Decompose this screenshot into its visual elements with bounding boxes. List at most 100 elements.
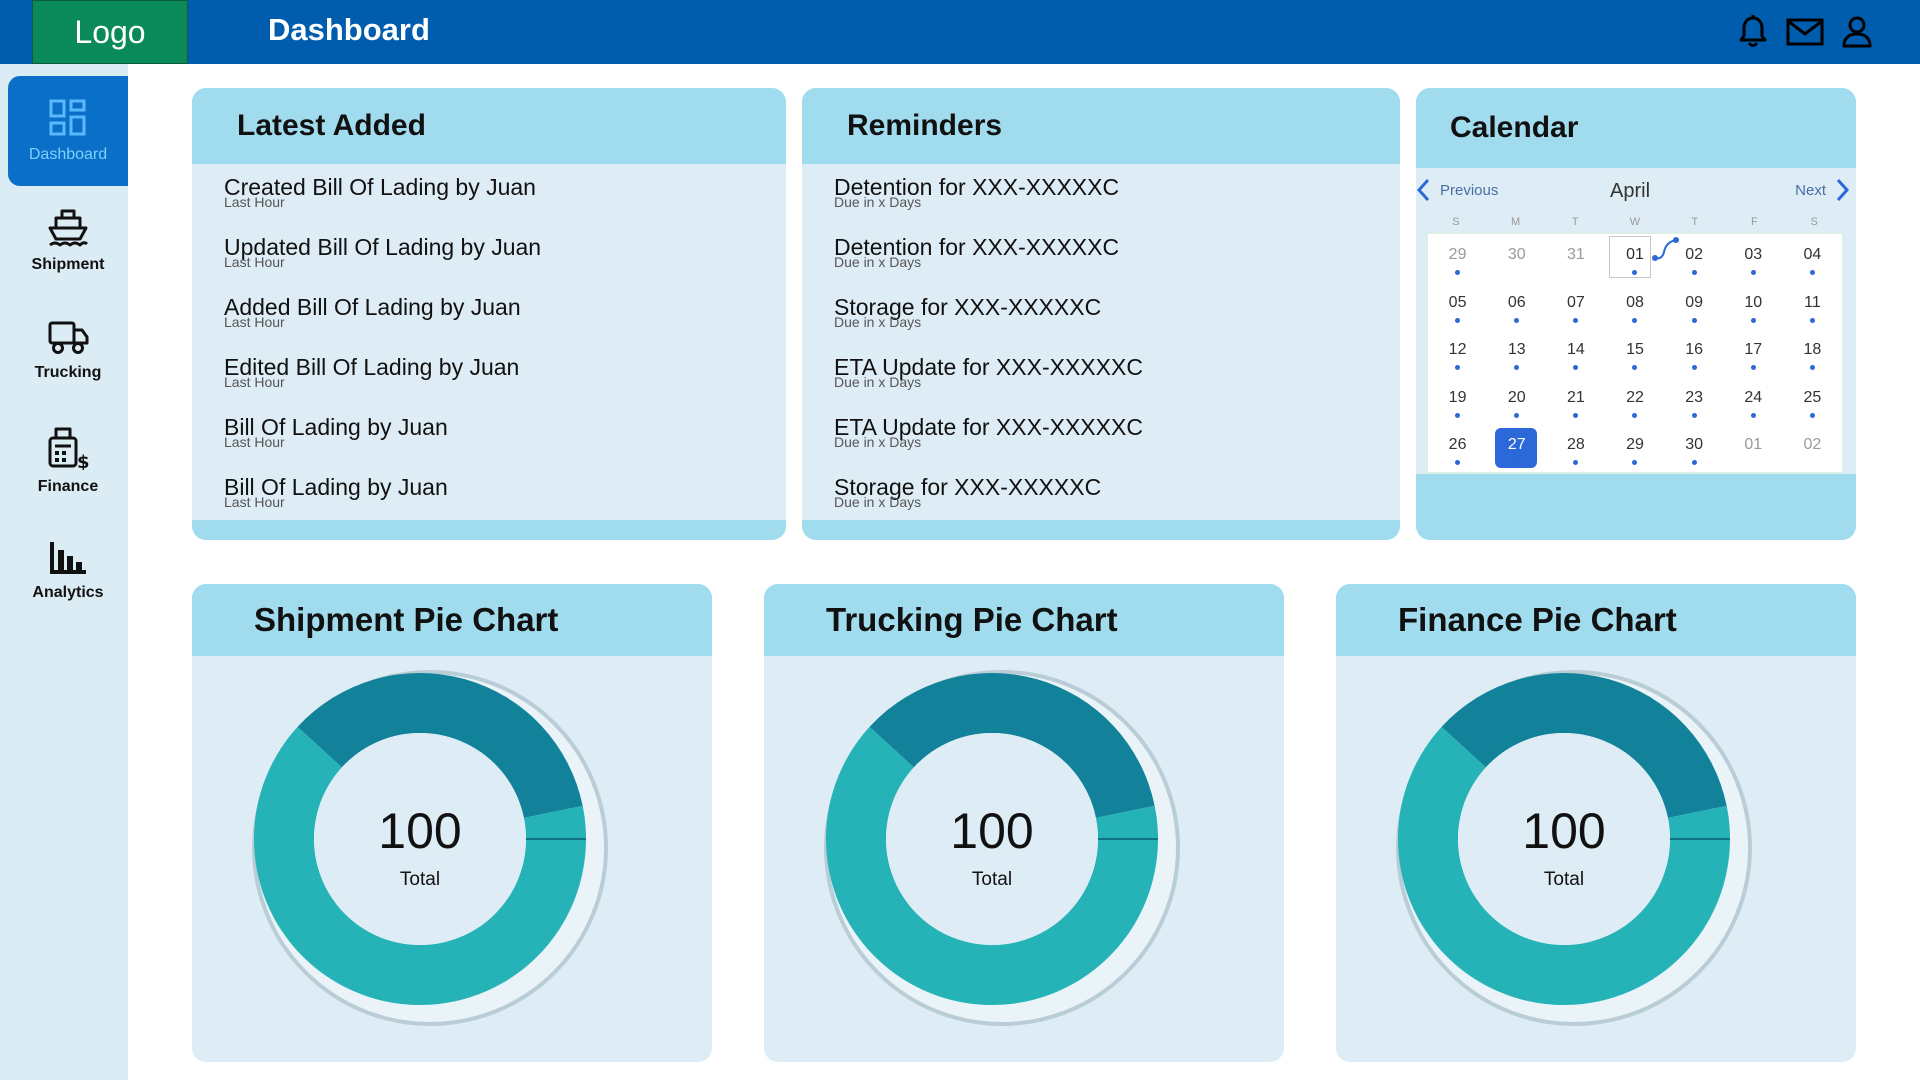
sidebar-item-analytics[interactable]: Analytics [8, 516, 128, 626]
calendar-day[interactable]: 12 [1428, 329, 1487, 377]
calendar-day-number: 19 [1448, 388, 1467, 406]
calendar-day[interactable]: 26 [1428, 424, 1487, 472]
list-item-subtitle: Last Hour [224, 494, 285, 510]
list-item[interactable]: ETA Update for XXX-XXXXXC Due in x Days [834, 414, 1400, 474]
calendar-day[interactable]: 01 [1724, 424, 1783, 472]
calendar-day-number: 25 [1803, 388, 1822, 406]
event-dot [1691, 270, 1697, 275]
list-item-subtitle: Last Hour [224, 254, 285, 270]
card-title: Shipment Pie Chart [192, 584, 712, 656]
calendar-next-button[interactable]: Next [1795, 178, 1850, 202]
finance-icon: $ [48, 427, 89, 470]
bell-icon[interactable] [1734, 14, 1772, 50]
logo[interactable]: Logo [32, 0, 188, 64]
calendar-day[interactable]: 15 [1605, 329, 1664, 377]
calendar-day-number: 05 [1448, 293, 1467, 311]
list-item-subtitle: Due in x Days [834, 314, 922, 330]
sidebar-item-dashboard[interactable]: Dashboard [8, 76, 128, 186]
calendar-day[interactable]: 19 [1428, 377, 1487, 425]
pie-total-label: Total [399, 869, 441, 890]
calendar-day[interactable]: 14 [1546, 329, 1605, 377]
event-dot [1750, 365, 1756, 370]
calendar-day[interactable]: 29 [1605, 424, 1664, 472]
sidebar: Dashboard Shipment Trucking $ Finance An… [0, 64, 128, 1080]
event-dot [1691, 365, 1697, 370]
sidebar-item-trucking[interactable]: Trucking [8, 296, 128, 406]
dashboard-icon [49, 99, 86, 136]
calendar-day[interactable]: 05 [1428, 282, 1487, 330]
calendar-day[interactable]: 20 [1487, 377, 1546, 425]
weekday-label: T [1691, 216, 1699, 228]
calendar-day[interactable]: 18 [1783, 329, 1842, 377]
calendar-day[interactable]: 13 [1487, 329, 1546, 377]
card-footer [1416, 474, 1856, 540]
ship-icon [48, 209, 89, 247]
list-item[interactable]: Added Bill Of Lading by Juan Last Hour [224, 294, 786, 354]
calendar-day-number: 01 [1744, 436, 1763, 453]
calendar-day[interactable]: 24 [1724, 377, 1783, 425]
calendar-day[interactable]: 30 [1665, 424, 1724, 472]
list-item[interactable]: Detention for XXX-XXXXXC Due in x Days [834, 234, 1400, 294]
calendar-day-number: 11 [1804, 293, 1821, 311]
calendar-day[interactable]: 08 [1605, 282, 1664, 330]
calendar-day[interactable]: 07 [1546, 282, 1605, 330]
calendar-day[interactable]: 31 [1546, 234, 1605, 282]
calendar-day[interactable]: 09 [1665, 282, 1724, 330]
calendar-previous-button[interactable]: Previous [1416, 178, 1498, 202]
calendar-day-number: 01 [1626, 246, 1644, 263]
calendar-day[interactable]: 16 [1665, 329, 1724, 377]
calendar-day[interactable]: 23 [1665, 377, 1724, 425]
calendar-day[interactable]: 03 [1724, 234, 1783, 282]
calendar-day-number: 29 [1626, 436, 1644, 453]
calendar-day-number: 22 [1626, 388, 1644, 406]
calendar-day[interactable]: 10 [1724, 282, 1783, 330]
calendar-grid-wrapper: S M T W T F S 29 30 31 01 02 03 04 05 06 07 08 09 10 11 12 13… [1426, 216, 1844, 474]
event-dot [1632, 365, 1638, 370]
list-item-subtitle: Due in x Days [834, 194, 922, 210]
weekday-label: T [1571, 216, 1579, 228]
calendar-day[interactable]: 17 [1724, 329, 1783, 377]
list-item-subtitle: Last Hour [224, 434, 285, 450]
sidebar-item-finance[interactable]: $ Finance [8, 406, 128, 516]
calendar-day-number: 27 [1507, 436, 1526, 453]
truck-icon [48, 321, 89, 354]
list-item[interactable]: Updated Bill Of Lading by Juan Last Hour [224, 234, 786, 294]
calendar-day[interactable]: 02 [1783, 424, 1842, 472]
calendar-day-number: 20 [1507, 388, 1526, 406]
list-item[interactable]: Detention for XXX-XXXXXC Due in x Days [834, 174, 1400, 234]
card-title: Calendar [1416, 88, 1856, 168]
user-icon[interactable] [1838, 14, 1876, 50]
sidebar-item-shipment[interactable]: Shipment [8, 186, 128, 296]
calendar-day[interactable]: 28 [1546, 424, 1605, 472]
calendar-day[interactable]: 30 [1487, 234, 1546, 282]
calendar-day-number: 18 [1803, 341, 1822, 358]
event-dot [1573, 460, 1579, 465]
calendar-day-number: 07 [1566, 293, 1585, 311]
calendar-previous-label: Previous [1440, 181, 1499, 199]
finance-pie-card: Finance Pie Chart 100 Total [1336, 584, 1856, 1062]
card-footer [192, 520, 786, 540]
list-item[interactable]: Bill Of Lading by Juan Last Hour [224, 414, 786, 474]
calendar-day-selected[interactable]: 27 [1487, 424, 1546, 472]
list-item[interactable]: Edited Bill Of Lading by Juan Last Hour [224, 354, 786, 414]
event-dot [1573, 317, 1579, 323]
calendar-day[interactable]: 21 [1546, 377, 1605, 425]
calendar-day[interactable]: 25 [1783, 377, 1842, 425]
list-item[interactable]: Storage for XXX-XXXXXC Due in x Days [834, 294, 1400, 354]
calendar-day[interactable]: 22 [1605, 377, 1664, 425]
calendar-day-number: 29 [1448, 246, 1467, 263]
event-dot [1455, 365, 1461, 370]
calendar-day[interactable]: 11 [1783, 282, 1842, 330]
trucking-pie-card: Trucking Pie Chart 100 Total [764, 584, 1284, 1062]
mail-icon[interactable] [1786, 14, 1824, 50]
calendar-day-number: 08 [1626, 293, 1644, 311]
event-dot [1809, 365, 1815, 370]
list-item[interactable]: ETA Update for XXX-XXXXXC Due in x Days [834, 354, 1400, 414]
calendar-day[interactable]: 29 [1428, 234, 1487, 282]
calendar-day[interactable]: 04 [1783, 234, 1842, 282]
calendar-day-number: 28 [1566, 436, 1585, 453]
bar-chart-icon [50, 542, 86, 574]
list-item[interactable]: Created Bill Of Lading by Juan Last Hour [224, 174, 786, 234]
calendar-day[interactable]: 06 [1487, 282, 1546, 330]
sidebar-item-label: Finance [37, 478, 99, 495]
